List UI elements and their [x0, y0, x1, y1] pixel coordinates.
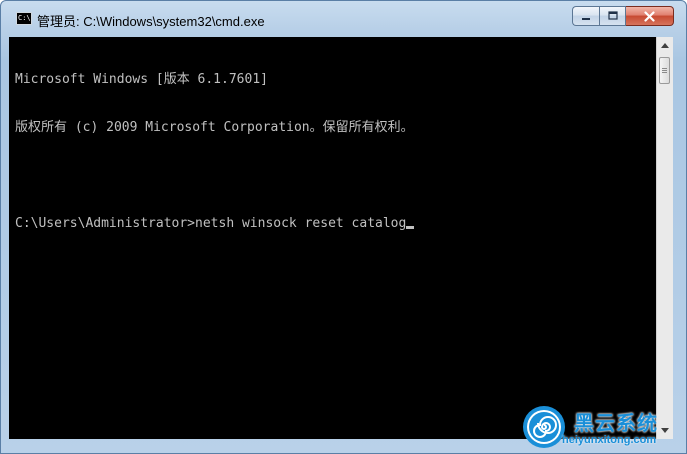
scroll-up-arrow-icon: [661, 43, 669, 48]
console-line-version: Microsoft Windows [版本 6.1.7601]: [15, 72, 268, 87]
console-line-blank: [15, 168, 414, 184]
spiral-logo-icon: [523, 406, 565, 448]
watermark-title: 黑云系统: [574, 411, 658, 435]
console-line-command[interactable]: C:\Users\Administrator>netsh winsock res…: [15, 216, 415, 232]
watermark-url: heiyunxitong.com: [562, 434, 657, 446]
command-prompt-input[interactable]: C:\Users\Administrator>netsh winsock res…: [15, 216, 406, 231]
minimize-button[interactable]: [572, 6, 599, 26]
watermark: 黑云系统 heiyunxitong.com: [522, 405, 687, 454]
close-button[interactable]: [626, 6, 674, 26]
close-icon: [644, 10, 655, 22]
window-title: 管理员: C:\Windows\system32\cmd.exe: [37, 14, 265, 29]
minimize-icon: [582, 18, 590, 20]
vertical-scrollbar[interactable]: [656, 37, 673, 439]
scroll-up-button[interactable]: [657, 37, 673, 54]
console-area[interactable]: Microsoft Windows [版本 6.1.7601] 版权所有 (c)…: [9, 37, 656, 439]
maximize-icon: [607, 11, 618, 20]
scroll-thumb[interactable]: [659, 57, 670, 84]
cmd-icon-label: C:\: [18, 14, 31, 22]
title-bar[interactable]: C:\ 管理员: C:\Windows\system32\cmd.exe: [1, 1, 686, 37]
caption-buttons: [572, 6, 681, 27]
cmd-window: C:\ 管理员: C:\Windows\system32\cmd.exe Mic…: [0, 0, 687, 454]
maximize-button[interactable]: [599, 6, 626, 26]
console-line-copyright: 版权所有 (c) 2009 Microsoft Corporation。保留所有…: [15, 120, 414, 135]
cmd-icon[interactable]: C:\: [16, 12, 32, 25]
text-cursor: [406, 226, 415, 229]
console-text: Microsoft Windows [版本 6.1.7601] 版权所有 (c)…: [15, 40, 415, 264]
